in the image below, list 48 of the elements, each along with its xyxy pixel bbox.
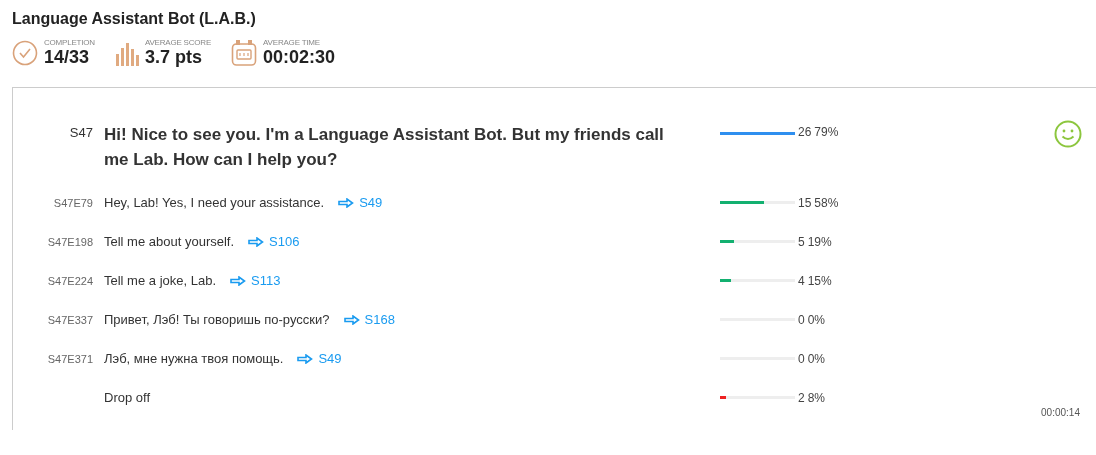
time-label: 00:00:14 (1041, 407, 1080, 418)
arrow-icon (230, 275, 246, 286)
stat-label: AVERAGE TIME (263, 38, 321, 47)
step-link[interactable]: S113 (230, 273, 281, 288)
count-value: 15 (798, 195, 812, 210)
answer-text: Лэб, мне нужна твоя помощь. (104, 351, 284, 366)
count-value: 0 (798, 312, 805, 327)
step-id: S47E224 (47, 274, 93, 287)
step-link[interactable]: S49 (338, 195, 383, 210)
step-id: S47E371 (47, 352, 93, 365)
count-value: 26 (798, 125, 812, 139)
percent-value: 15% (807, 273, 832, 288)
count-value: 2 (798, 390, 805, 405)
arrow-icon (343, 314, 360, 325)
timer-icon (231, 38, 258, 67)
stat-value: 3.7 pts (144, 47, 203, 67)
step-id: S47E79 (53, 196, 93, 209)
step-link[interactable]: S49 (297, 351, 342, 366)
percent-value: 8% (807, 390, 826, 405)
arrow-icon (297, 353, 314, 364)
smiley-icon (1054, 120, 1082, 148)
percent-value: 0% (807, 351, 826, 366)
stat-value: 00:02:30 (263, 47, 336, 67)
stat-label: COMPLETION (44, 38, 95, 47)
step-id: S47E337 (47, 313, 93, 326)
stat-value: 14/33 (44, 47, 91, 67)
percent-value: 79% (814, 125, 839, 139)
step-id: S47 (69, 125, 93, 140)
check-circle-icon (12, 39, 38, 66)
step-link[interactable]: S106 (248, 234, 300, 249)
answer-text: Hey, Lab! Yes, I need your assistance. (104, 195, 325, 210)
bot-message: Hi! Nice to see you. I'm a Language Assistant Bot. But my friends call me Lab. How can I help you? (104, 125, 664, 169)
percent-value: 0% (807, 312, 826, 327)
percent-value: 58% (814, 195, 839, 210)
drop-off-label: Drop off (104, 390, 150, 405)
arrow-icon (248, 236, 265, 247)
count-value: 5 (798, 234, 805, 249)
page-title: Language Assistant Bot (L.A.B.) (12, 10, 257, 28)
stat-label: AVERAGE SCORE (144, 38, 212, 47)
step-id: S47E198 (47, 235, 93, 248)
answer-text: Привет, Лэб! Ты говоришь по-русски? (104, 312, 330, 327)
percent-value: 19% (807, 234, 832, 249)
count-value: 0 (798, 351, 805, 366)
arrow-icon (338, 197, 355, 208)
answer-text: Tell me a joke, Lab. (104, 273, 216, 288)
count-value: 4 (798, 273, 805, 288)
step-link[interactable]: S168 (343, 312, 395, 327)
answer-text: Tell me about yourself. (104, 234, 235, 249)
